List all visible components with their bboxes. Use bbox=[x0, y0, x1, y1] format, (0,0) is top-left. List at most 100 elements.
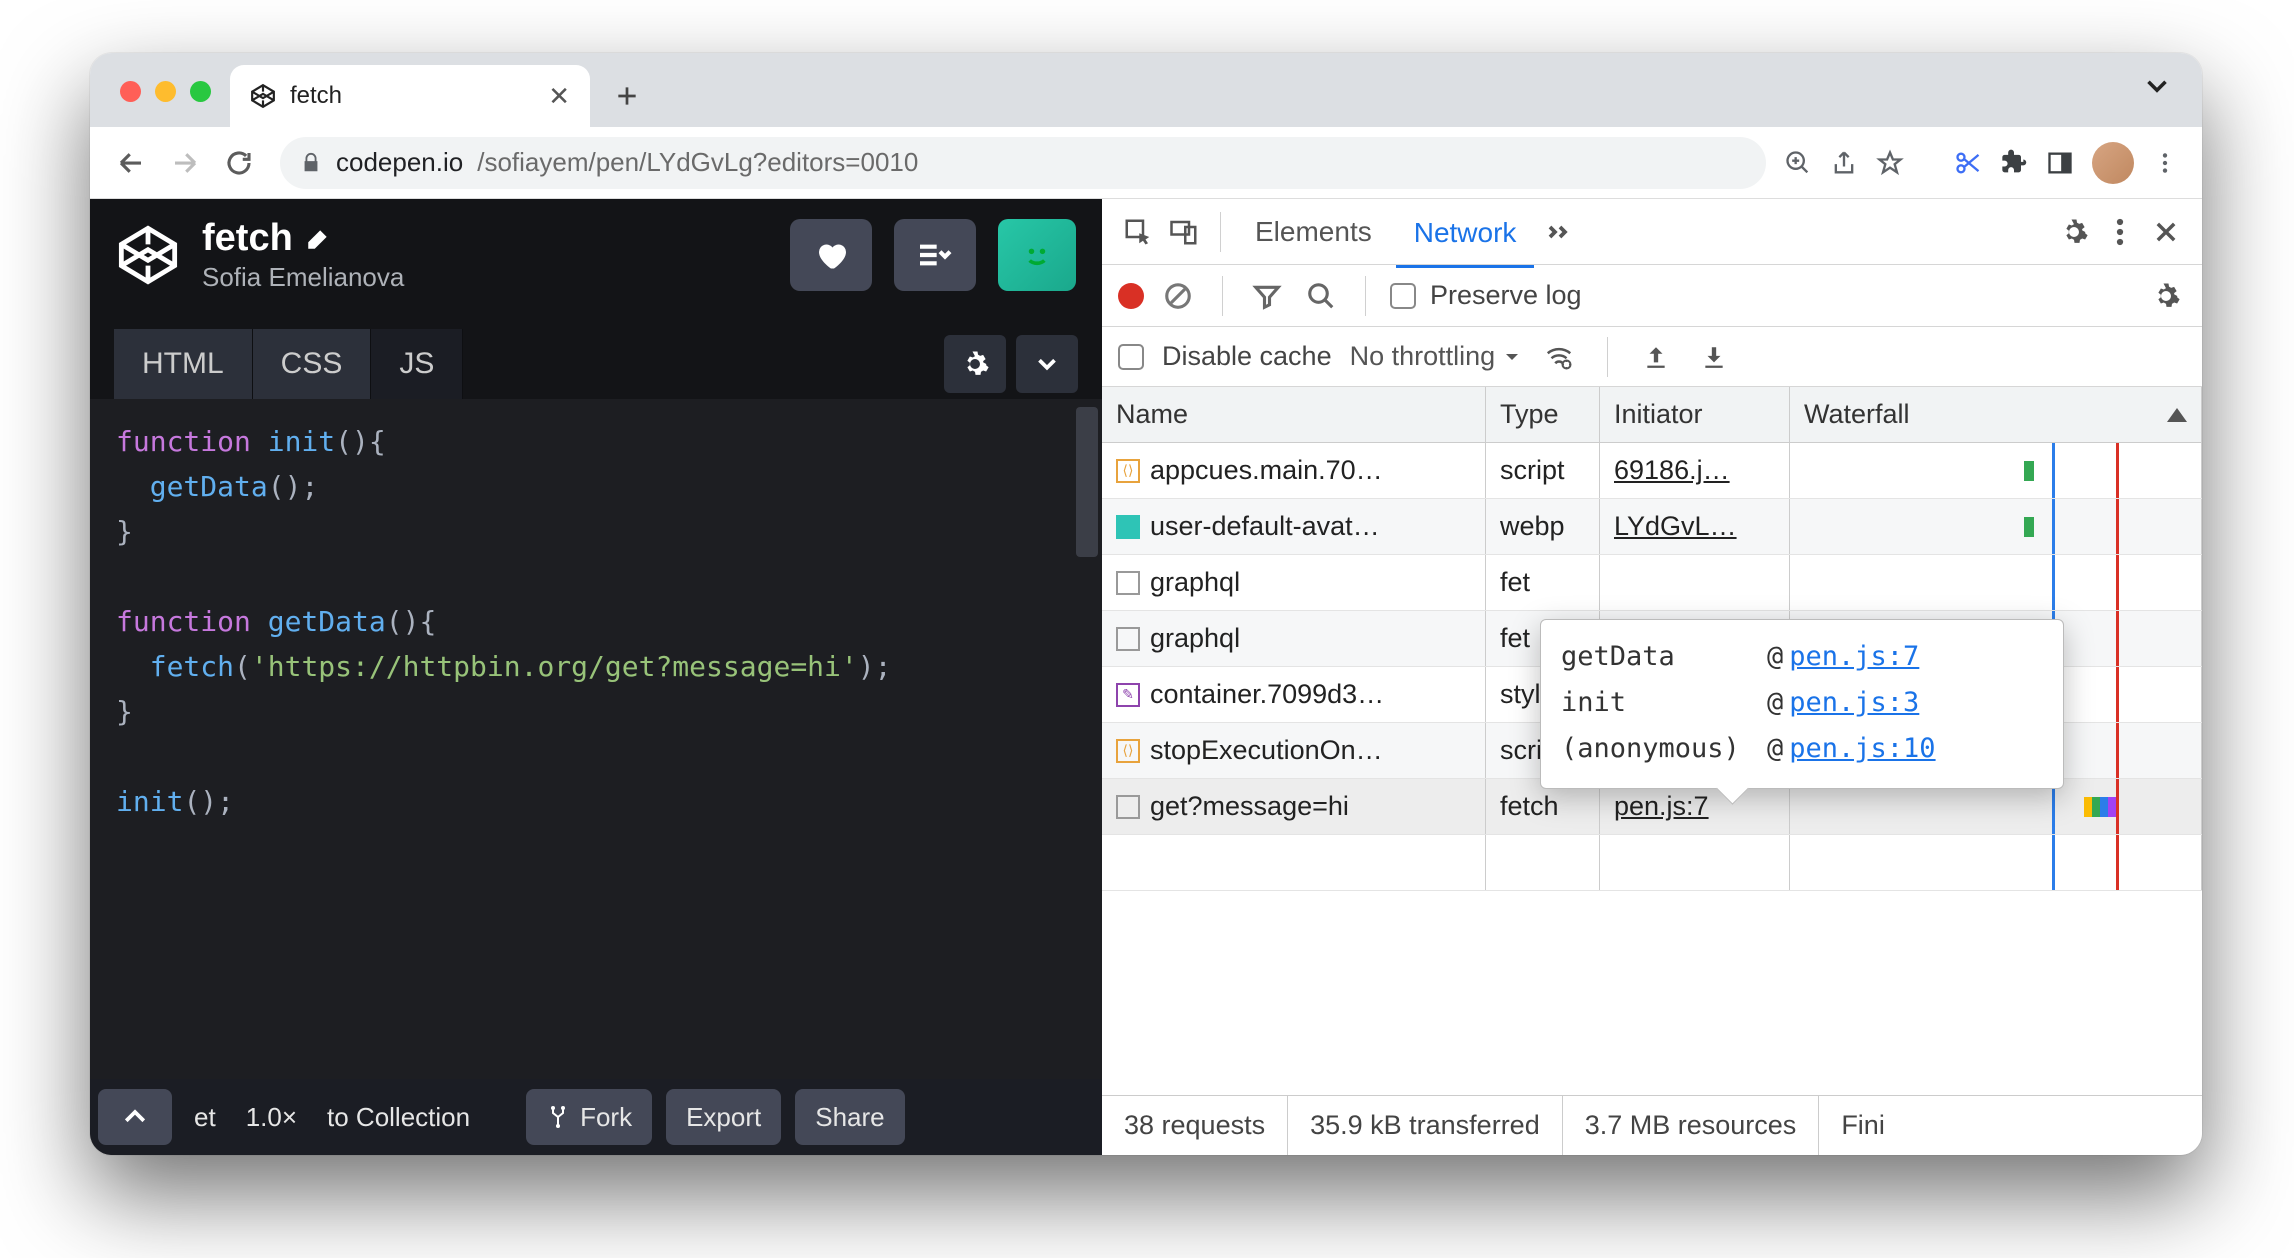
column-initiator[interactable]: Initiator bbox=[1600, 387, 1790, 442]
tabs-overflow-icon[interactable] bbox=[1540, 212, 1580, 252]
upload-har-icon[interactable] bbox=[1636, 337, 1676, 377]
browser-menu-icon[interactable] bbox=[2152, 150, 2178, 176]
file-type-icon bbox=[1116, 571, 1140, 595]
footer-finish: Fini bbox=[1819, 1096, 1907, 1155]
editor-tab-css[interactable]: CSS bbox=[253, 329, 372, 399]
minimize-window-button[interactable] bbox=[155, 81, 176, 102]
footer-resources: 3.7 MB resources bbox=[1563, 1096, 1820, 1155]
scissors-icon[interactable] bbox=[1954, 149, 1982, 177]
lock-icon bbox=[300, 152, 322, 174]
editor-tab-js[interactable]: JS bbox=[371, 329, 463, 399]
devtools-menu-icon[interactable] bbox=[2100, 212, 2140, 252]
pen-title: fetch bbox=[202, 217, 293, 260]
heart-button[interactable] bbox=[790, 219, 872, 291]
panel-icon[interactable] bbox=[2046, 149, 2074, 177]
extensions-icon[interactable] bbox=[2000, 149, 2028, 177]
back-button[interactable] bbox=[108, 140, 154, 186]
browser-tab[interactable]: fetch ✕ bbox=[230, 65, 590, 127]
browser-toolbar: codepen.io/sofiayem/pen/LYdGvLg?editors=… bbox=[90, 127, 2202, 199]
zoom-icon[interactable] bbox=[1784, 149, 1812, 177]
request-type: script bbox=[1486, 443, 1600, 498]
search-icon[interactable] bbox=[1301, 276, 1341, 316]
devtools-close-icon[interactable] bbox=[2146, 212, 2186, 252]
column-name[interactable]: Name bbox=[1102, 387, 1486, 442]
footer-transferred: 35.9 kB transferred bbox=[1288, 1096, 1563, 1155]
view-layout-button[interactable] bbox=[894, 219, 976, 291]
new-tab-button[interactable] bbox=[604, 73, 650, 119]
console-toggle-button[interactable] bbox=[98, 1089, 172, 1145]
devtools-tab-elements[interactable]: Elements bbox=[1237, 206, 1390, 258]
devtools-tab-network[interactable]: Network bbox=[1396, 207, 1535, 268]
export-button[interactable]: Export bbox=[666, 1089, 781, 1145]
file-type-icon: ⟨⟩ bbox=[1116, 459, 1140, 483]
table-row[interactable]: ⟨⟩appcues.main.70…script69186.j… bbox=[1102, 443, 2202, 499]
browser-window: fetch ✕ codepen.io/sofiayem/pen/LYdGvLg?… bbox=[90, 53, 2202, 1155]
inspect-element-icon[interactable] bbox=[1118, 212, 1158, 252]
column-waterfall[interactable]: Waterfall bbox=[1790, 387, 2202, 442]
table-row[interactable]: user-default-avat…webpLYdGvL… bbox=[1102, 499, 2202, 555]
stack-link[interactable]: pen.js:7 bbox=[1789, 634, 1919, 680]
user-avatar[interactable] bbox=[998, 219, 1076, 291]
disable-cache-label: Disable cache bbox=[1162, 341, 1332, 372]
devtools-settings-icon[interactable] bbox=[2054, 212, 2094, 252]
codepen-header: fetch Sofia Emelianova bbox=[90, 199, 1102, 311]
network-settings-icon[interactable] bbox=[2146, 276, 2186, 316]
table-row bbox=[1102, 835, 2202, 891]
network-footer: 38 requests 35.9 kB transferred 3.7 MB r… bbox=[1102, 1095, 2202, 1155]
zoom-indicator[interactable]: 1.0× bbox=[238, 1089, 305, 1145]
fullscreen-window-button[interactable] bbox=[190, 81, 211, 102]
preserve-log-checkbox[interactable] bbox=[1390, 283, 1416, 309]
request-type: webp bbox=[1486, 499, 1600, 554]
codepen-pane: fetch Sofia Emelianova HTML CSS bbox=[90, 199, 1102, 1155]
throttling-select[interactable]: No throttling bbox=[1350, 341, 1522, 372]
filter-icon[interactable] bbox=[1247, 276, 1287, 316]
network-toolbar: Preserve log bbox=[1102, 265, 2202, 327]
network-subtoolbar: Disable cache No throttling bbox=[1102, 327, 2202, 387]
pen-author: Sofia Emelianova bbox=[202, 262, 768, 293]
share-icon[interactable] bbox=[1830, 149, 1858, 177]
devtools-pane: Elements Network Preserve log bbox=[1102, 199, 2202, 1155]
code-editor[interactable]: function init(){ getData(); } function g… bbox=[90, 399, 1102, 1079]
column-type[interactable]: Type bbox=[1486, 387, 1600, 442]
editor-collapse-button[interactable] bbox=[1016, 335, 1078, 393]
fork-button[interactable]: Fork bbox=[526, 1089, 652, 1145]
profile-avatar[interactable] bbox=[2092, 142, 2134, 184]
network-table-header: Name Type Initiator Waterfall bbox=[1102, 387, 2202, 443]
close-tab-button[interactable]: ✕ bbox=[548, 81, 570, 112]
footer-requests: 38 requests bbox=[1102, 1096, 1288, 1155]
fork-icon bbox=[546, 1105, 570, 1129]
reload-button[interactable] bbox=[216, 140, 262, 186]
close-window-button[interactable] bbox=[120, 81, 141, 102]
request-name: graphql bbox=[1150, 623, 1240, 654]
editor-settings-button[interactable] bbox=[944, 335, 1006, 393]
edit-title-icon[interactable] bbox=[305, 226, 331, 252]
download-har-icon[interactable] bbox=[1694, 337, 1734, 377]
device-toolbar-icon[interactable] bbox=[1164, 212, 1204, 252]
stack-link[interactable]: pen.js:10 bbox=[1789, 726, 1935, 772]
bookmark-star-icon[interactable] bbox=[1876, 149, 1904, 177]
address-bar[interactable]: codepen.io/sofiayem/pen/LYdGvLg?editors=… bbox=[280, 137, 1766, 189]
initiator-stack-tooltip: getData@ pen.js:7init@ pen.js:3(anonymou… bbox=[1540, 619, 2064, 789]
scrollbar-thumb[interactable] bbox=[1076, 407, 1098, 557]
network-conditions-icon[interactable] bbox=[1539, 337, 1579, 377]
record-button[interactable] bbox=[1118, 283, 1144, 309]
forward-button[interactable] bbox=[162, 140, 208, 186]
share-button[interactable]: Share bbox=[795, 1089, 904, 1145]
file-type-icon bbox=[1116, 515, 1140, 539]
request-name: get?message=hi bbox=[1150, 791, 1349, 822]
stack-link[interactable]: pen.js:3 bbox=[1789, 680, 1919, 726]
request-name: stopExecutionOn… bbox=[1150, 735, 1383, 766]
file-type-icon: ⟨⟩ bbox=[1116, 739, 1140, 763]
network-table-body: ⟨⟩appcues.main.70…script69186.j…user-def… bbox=[1102, 443, 2202, 1095]
editor-tab-html[interactable]: HTML bbox=[114, 329, 253, 399]
url-path: /sofiayem/pen/LYdGvLg?editors=0010 bbox=[477, 147, 918, 178]
preserve-log-label: Preserve log bbox=[1430, 280, 1582, 311]
table-row[interactable]: graphqlfet bbox=[1102, 555, 2202, 611]
request-initiator bbox=[1600, 555, 1790, 610]
tab-title: fetch bbox=[290, 82, 534, 110]
to-collection-button[interactable]: to Collection bbox=[319, 1089, 478, 1145]
tab-overflow-button[interactable] bbox=[2140, 69, 2174, 103]
toolbar-actions bbox=[1784, 142, 2184, 184]
disable-cache-checkbox[interactable] bbox=[1118, 344, 1144, 370]
clear-button[interactable] bbox=[1158, 276, 1198, 316]
